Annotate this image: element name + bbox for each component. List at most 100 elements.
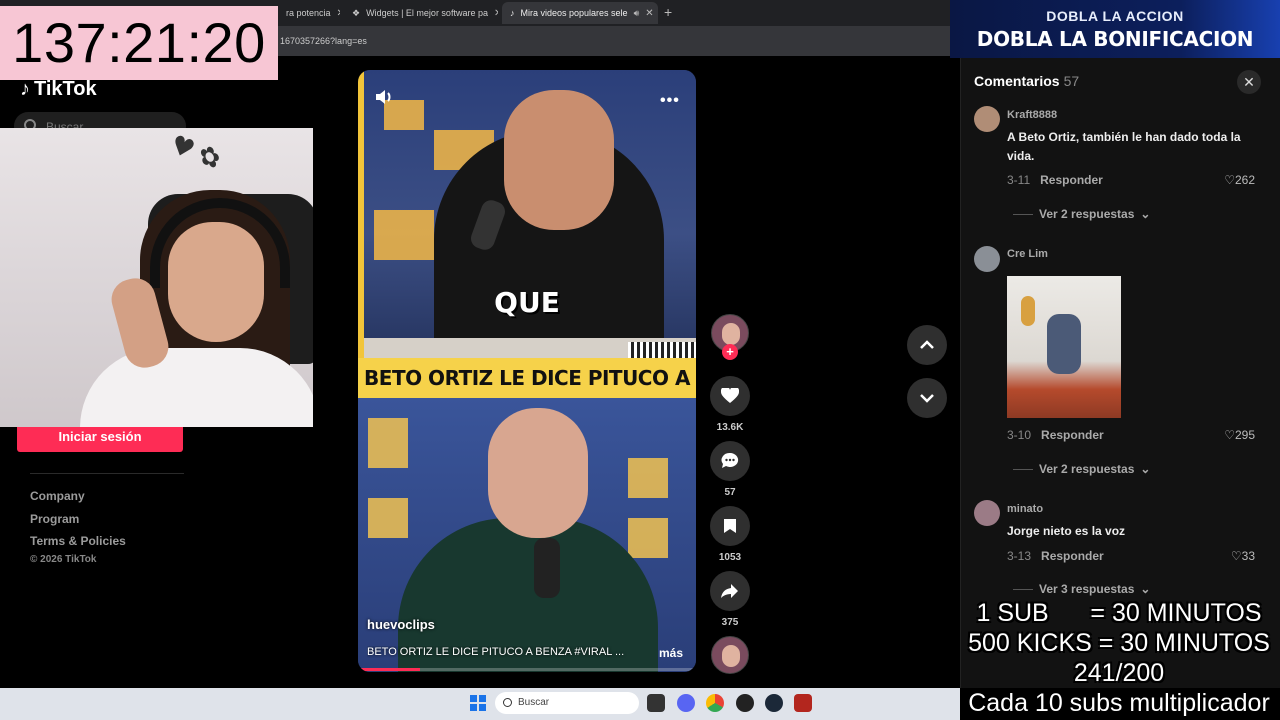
previous-video-button[interactable] xyxy=(907,325,947,365)
share-button[interactable] xyxy=(710,571,750,611)
video-player[interactable]: QUE BETO ORTIZ LE DICE PITUCO A BENZA ••… xyxy=(358,70,696,672)
tiktok-note-icon: ♪ xyxy=(20,78,30,100)
windows-start-icon[interactable] xyxy=(470,695,486,711)
view-replies-button[interactable]: Ver 2 respuestas ⌄ xyxy=(1013,462,1150,476)
more-options-icon[interactable]: ••• xyxy=(660,92,680,110)
video-progress-bar[interactable] xyxy=(360,668,694,671)
view-replies-label: Ver 2 respuestas xyxy=(1039,207,1135,221)
bg-window xyxy=(628,518,668,558)
bg-window xyxy=(374,210,434,260)
save-button[interactable] xyxy=(710,506,750,546)
tiktok-logo-text: TikTok xyxy=(34,78,97,100)
close-tab-icon[interactable]: ✕ xyxy=(645,8,653,19)
reply-button[interactable]: Responder xyxy=(1041,549,1104,563)
like-count: 13.6K xyxy=(716,422,744,433)
wall-decoration: ✿ ♥ xyxy=(166,129,227,177)
rule-line: 1 SUB = 30 MINUTOS xyxy=(976,599,1262,627)
next-video-button[interactable] xyxy=(907,378,947,418)
bg-window xyxy=(368,498,408,538)
steam-icon[interactable] xyxy=(765,694,783,712)
comments-title: Comentarios xyxy=(974,73,1060,89)
heart-outline-icon: ♡ xyxy=(1224,173,1235,187)
tiktok-logo[interactable]: ♪ TikTok xyxy=(20,78,97,101)
new-tab-button[interactable]: + xyxy=(664,4,672,20)
chevron-down-icon: ⌄ xyxy=(1140,207,1151,221)
comment-button[interactable] xyxy=(710,441,750,481)
share-icon xyxy=(721,584,738,598)
person-bottom-head xyxy=(488,408,588,538)
balloon xyxy=(1021,296,1035,326)
view-replies-button[interactable]: Ver 2 respuestas ⌄ xyxy=(1013,207,1150,221)
footer-link-terms[interactable]: Terms & Policies xyxy=(30,534,126,548)
comment-icon xyxy=(721,452,739,468)
comment-like[interactable]: ♡262 xyxy=(1205,173,1255,187)
comment-date: 3-13 xyxy=(1007,549,1032,563)
view-replies-button[interactable]: Ver 3 respuestas ⌄ xyxy=(1013,582,1150,596)
rule-line: Cada 10 subs multiplicador xyxy=(968,689,1270,717)
video-author[interactable]: huevoclips xyxy=(367,617,435,632)
comment-text: Jorge nieto es la voz xyxy=(1007,524,1126,538)
volume-icon[interactable] xyxy=(374,88,394,106)
url-text[interactable]: 1670357266?lang=es xyxy=(280,36,367,46)
comment-avatar[interactable] xyxy=(974,106,1000,132)
tab-label: Widgets | El mejor software pa xyxy=(366,8,488,18)
comment-username[interactable]: Kraft8888 xyxy=(1007,109,1057,121)
comment-like-count: 33 xyxy=(1241,549,1255,563)
obs-icon[interactable] xyxy=(736,694,754,712)
save-count: 1053 xyxy=(718,552,742,563)
comment-image[interactable] xyxy=(1007,276,1121,418)
browser-tab-active[interactable]: ♪ Mira videos populares sele 🔊︎ ✕ xyxy=(502,2,658,24)
follow-button[interactable]: + xyxy=(722,344,738,360)
promo-line-1: DOBLA LA ACCION xyxy=(1046,8,1184,24)
chevron-down-icon xyxy=(920,394,934,403)
see-more-link[interactable]: más xyxy=(659,646,683,660)
dota-icon[interactable] xyxy=(794,694,812,712)
divider xyxy=(30,473,184,474)
comment-username[interactable]: Cre Lim xyxy=(1007,248,1048,260)
bookmark-icon xyxy=(724,519,736,533)
task-view-icon[interactable] xyxy=(647,694,665,712)
copyright: © 2026 TikTok xyxy=(30,554,97,565)
progress-fill xyxy=(360,668,421,671)
comments-count: 57 xyxy=(1063,73,1080,89)
subathon-rules: 1 SUB = 30 MINUTOS 500 KICKS = 30 MINUTO… xyxy=(958,598,1280,718)
chevron-down-icon: ⌄ xyxy=(1140,582,1151,596)
comment-like[interactable]: ♡33 xyxy=(1205,549,1255,563)
comment-date: 3-11 xyxy=(1007,173,1031,187)
video-description: BETO ORTIZ LE DICE PITUCO A BENZA #VIRAL… xyxy=(367,646,625,658)
browser-tab[interactable]: ❖ Widgets | El mejor software pa ✕ xyxy=(344,2,498,24)
view-replies-label: Ver 3 respuestas xyxy=(1039,582,1135,596)
comment-avatar[interactable] xyxy=(974,246,1000,272)
heart-outline-icon: ♡ xyxy=(1230,549,1242,563)
footer-link-company[interactable]: Company xyxy=(30,489,85,503)
close-icon[interactable]: ✕ xyxy=(1237,70,1261,94)
rule-line: 241/200 xyxy=(1073,659,1165,687)
chevron-down-icon: ⌄ xyxy=(1140,462,1151,476)
video-caption: QUE xyxy=(494,286,560,319)
comments-header: Comentarios 57 xyxy=(974,73,1079,89)
close-tab-icon[interactable]: ✕ xyxy=(337,8,340,19)
close-tab-icon[interactable]: ✕ xyxy=(494,8,498,19)
comment-avatar[interactable] xyxy=(974,500,1000,526)
discord-icon[interactable] xyxy=(677,694,695,712)
sound-avatar[interactable] xyxy=(711,636,749,674)
reply-button[interactable]: Responder xyxy=(1040,173,1103,187)
browser-tab[interactable]: ra potencia ✕ xyxy=(278,2,340,24)
comment-username[interactable]: minato xyxy=(1007,503,1043,515)
taskbar-search-placeholder: Buscar xyxy=(518,697,550,708)
bg-window xyxy=(628,458,668,498)
speaker-icon[interactable]: 🔊︎ xyxy=(634,8,640,19)
footer-link-program[interactable]: Program xyxy=(30,512,79,526)
comment-like[interactable]: ♡295 xyxy=(1205,428,1255,442)
like-button[interactable] xyxy=(710,376,750,416)
rule-line: 500 KICKS = 30 MINUTOS xyxy=(968,629,1270,657)
person-top-head xyxy=(504,90,614,230)
share-count: 375 xyxy=(721,617,739,628)
promo-banner: DOBLA LA ACCION DOBLA LA BONIFICACION xyxy=(950,0,1280,58)
video-banner: BETO ORTIZ LE DICE PITUCO A BENZA xyxy=(358,358,696,430)
comment-date: 3-10 xyxy=(1007,428,1032,442)
webcam-overlay: ✿ ♥ xyxy=(0,128,313,427)
taskbar-search[interactable]: Buscar xyxy=(495,692,639,714)
reply-button[interactable]: Responder xyxy=(1041,428,1104,442)
chrome-icon[interactable] xyxy=(706,694,724,712)
